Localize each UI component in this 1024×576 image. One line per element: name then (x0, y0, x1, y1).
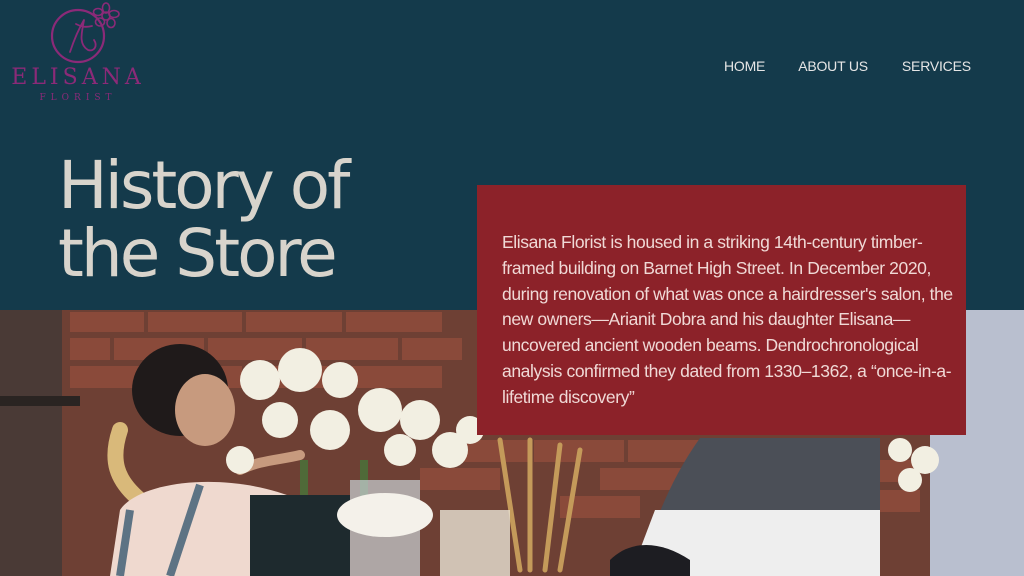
history-info-box: Elisana Florist is housed in a striking … (477, 185, 966, 435)
page-title: History of the Store (58, 152, 438, 288)
nav-about-us[interactable]: ABOUT US (798, 57, 868, 75)
brand-logo[interactable]: ELISANA FLORIST (8, 2, 148, 106)
nav-services[interactable]: SERVICES (902, 57, 971, 75)
nav-home[interactable]: HOME (724, 57, 765, 75)
main-nav: HOME ABOUT US SERVICES (724, 57, 971, 75)
history-description: Elisana Florist is housed in a striking … (502, 232, 953, 407)
page-title-line-1: History of (58, 147, 350, 224)
brand-tagline: FLORIST (39, 93, 117, 103)
brand-name: ELISANA (11, 65, 145, 90)
flower-monogram-icon (50, 2, 120, 64)
page-title-line-2: the Store (58, 215, 338, 292)
